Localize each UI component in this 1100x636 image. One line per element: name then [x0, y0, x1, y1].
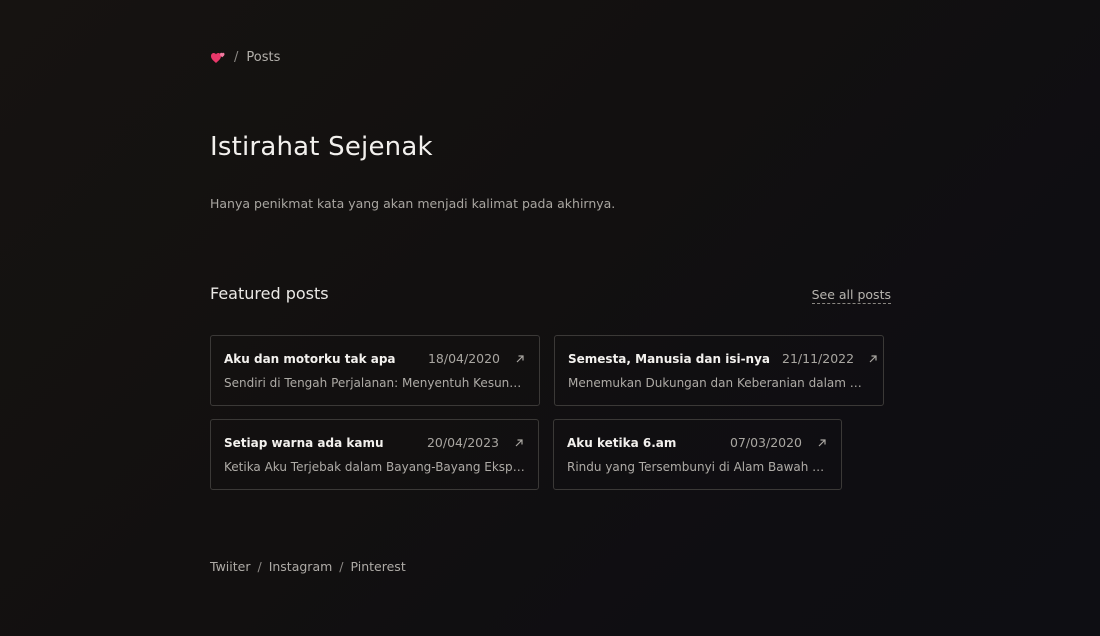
footer-separator: /: [257, 559, 262, 574]
breadcrumb-current: Posts: [246, 49, 281, 65]
footer-separator: /: [339, 559, 344, 574]
post-card-title: Semesta, Manusia dan isi-nya: [568, 351, 771, 366]
post-card-date: 07/03/2020: [729, 435, 802, 450]
post-card-description: Sendiri di Tengah Perjalanan: Menyentuh …: [224, 376, 526, 390]
post-card[interactable]: Aku dan motorku tak apa 18/04/2020 Sendi…: [210, 335, 540, 406]
arrow-up-right-icon: [513, 437, 525, 449]
featured-posts-heading: Featured posts: [210, 284, 329, 303]
twitter-link[interactable]: Twiiter: [210, 559, 250, 574]
featured-posts-header: Featured posts See all posts: [210, 284, 891, 304]
post-card-description: Menemukan Dukungan dan Keberanian dalam …: [568, 376, 870, 390]
post-card-title: Setiap warna ada kamu: [224, 435, 384, 450]
breadcrumb-separator: /: [234, 49, 239, 65]
arrow-up-right-icon: [816, 437, 828, 449]
arrow-up-right-icon: [868, 353, 878, 365]
footer-social-links: Twiiter / Instagram / Pinterest: [210, 559, 406, 574]
pinterest-link[interactable]: Pinterest: [351, 559, 406, 574]
breadcrumb: / Posts: [210, 49, 280, 65]
post-card-date: 21/11/2022: [782, 351, 855, 366]
instagram-link[interactable]: Instagram: [269, 559, 333, 574]
post-card-title: Aku ketika 6.am: [567, 435, 677, 450]
post-card-description: Rindu yang Tersembunyi di Alam Bawah Sad…: [567, 460, 828, 474]
post-card[interactable]: Aku ketika 6.am 07/03/2020 Rindu yang Te…: [553, 419, 842, 490]
page-subtitle: Hanya penikmat kata yang akan menjadi ka…: [210, 196, 616, 211]
two-hearts-icon[interactable]: [210, 49, 226, 65]
post-card-title: Aku dan motorku tak apa: [224, 351, 396, 366]
post-card[interactable]: Setiap warna ada kamu 20/04/2023 Ketika …: [210, 419, 539, 490]
post-card-date: 18/04/2020: [427, 351, 500, 366]
see-all-posts-link[interactable]: See all posts: [811, 287, 891, 304]
page-title: Istirahat Sejenak: [210, 132, 433, 162]
arrow-up-right-icon: [514, 353, 526, 365]
post-card-date: 20/04/2023: [426, 435, 499, 450]
post-card[interactable]: Semesta, Manusia dan isi-nya 21/11/2022 …: [554, 335, 884, 406]
post-card-description: Ketika Aku Terjebak dalam Bayang-Bayang …: [224, 460, 525, 474]
